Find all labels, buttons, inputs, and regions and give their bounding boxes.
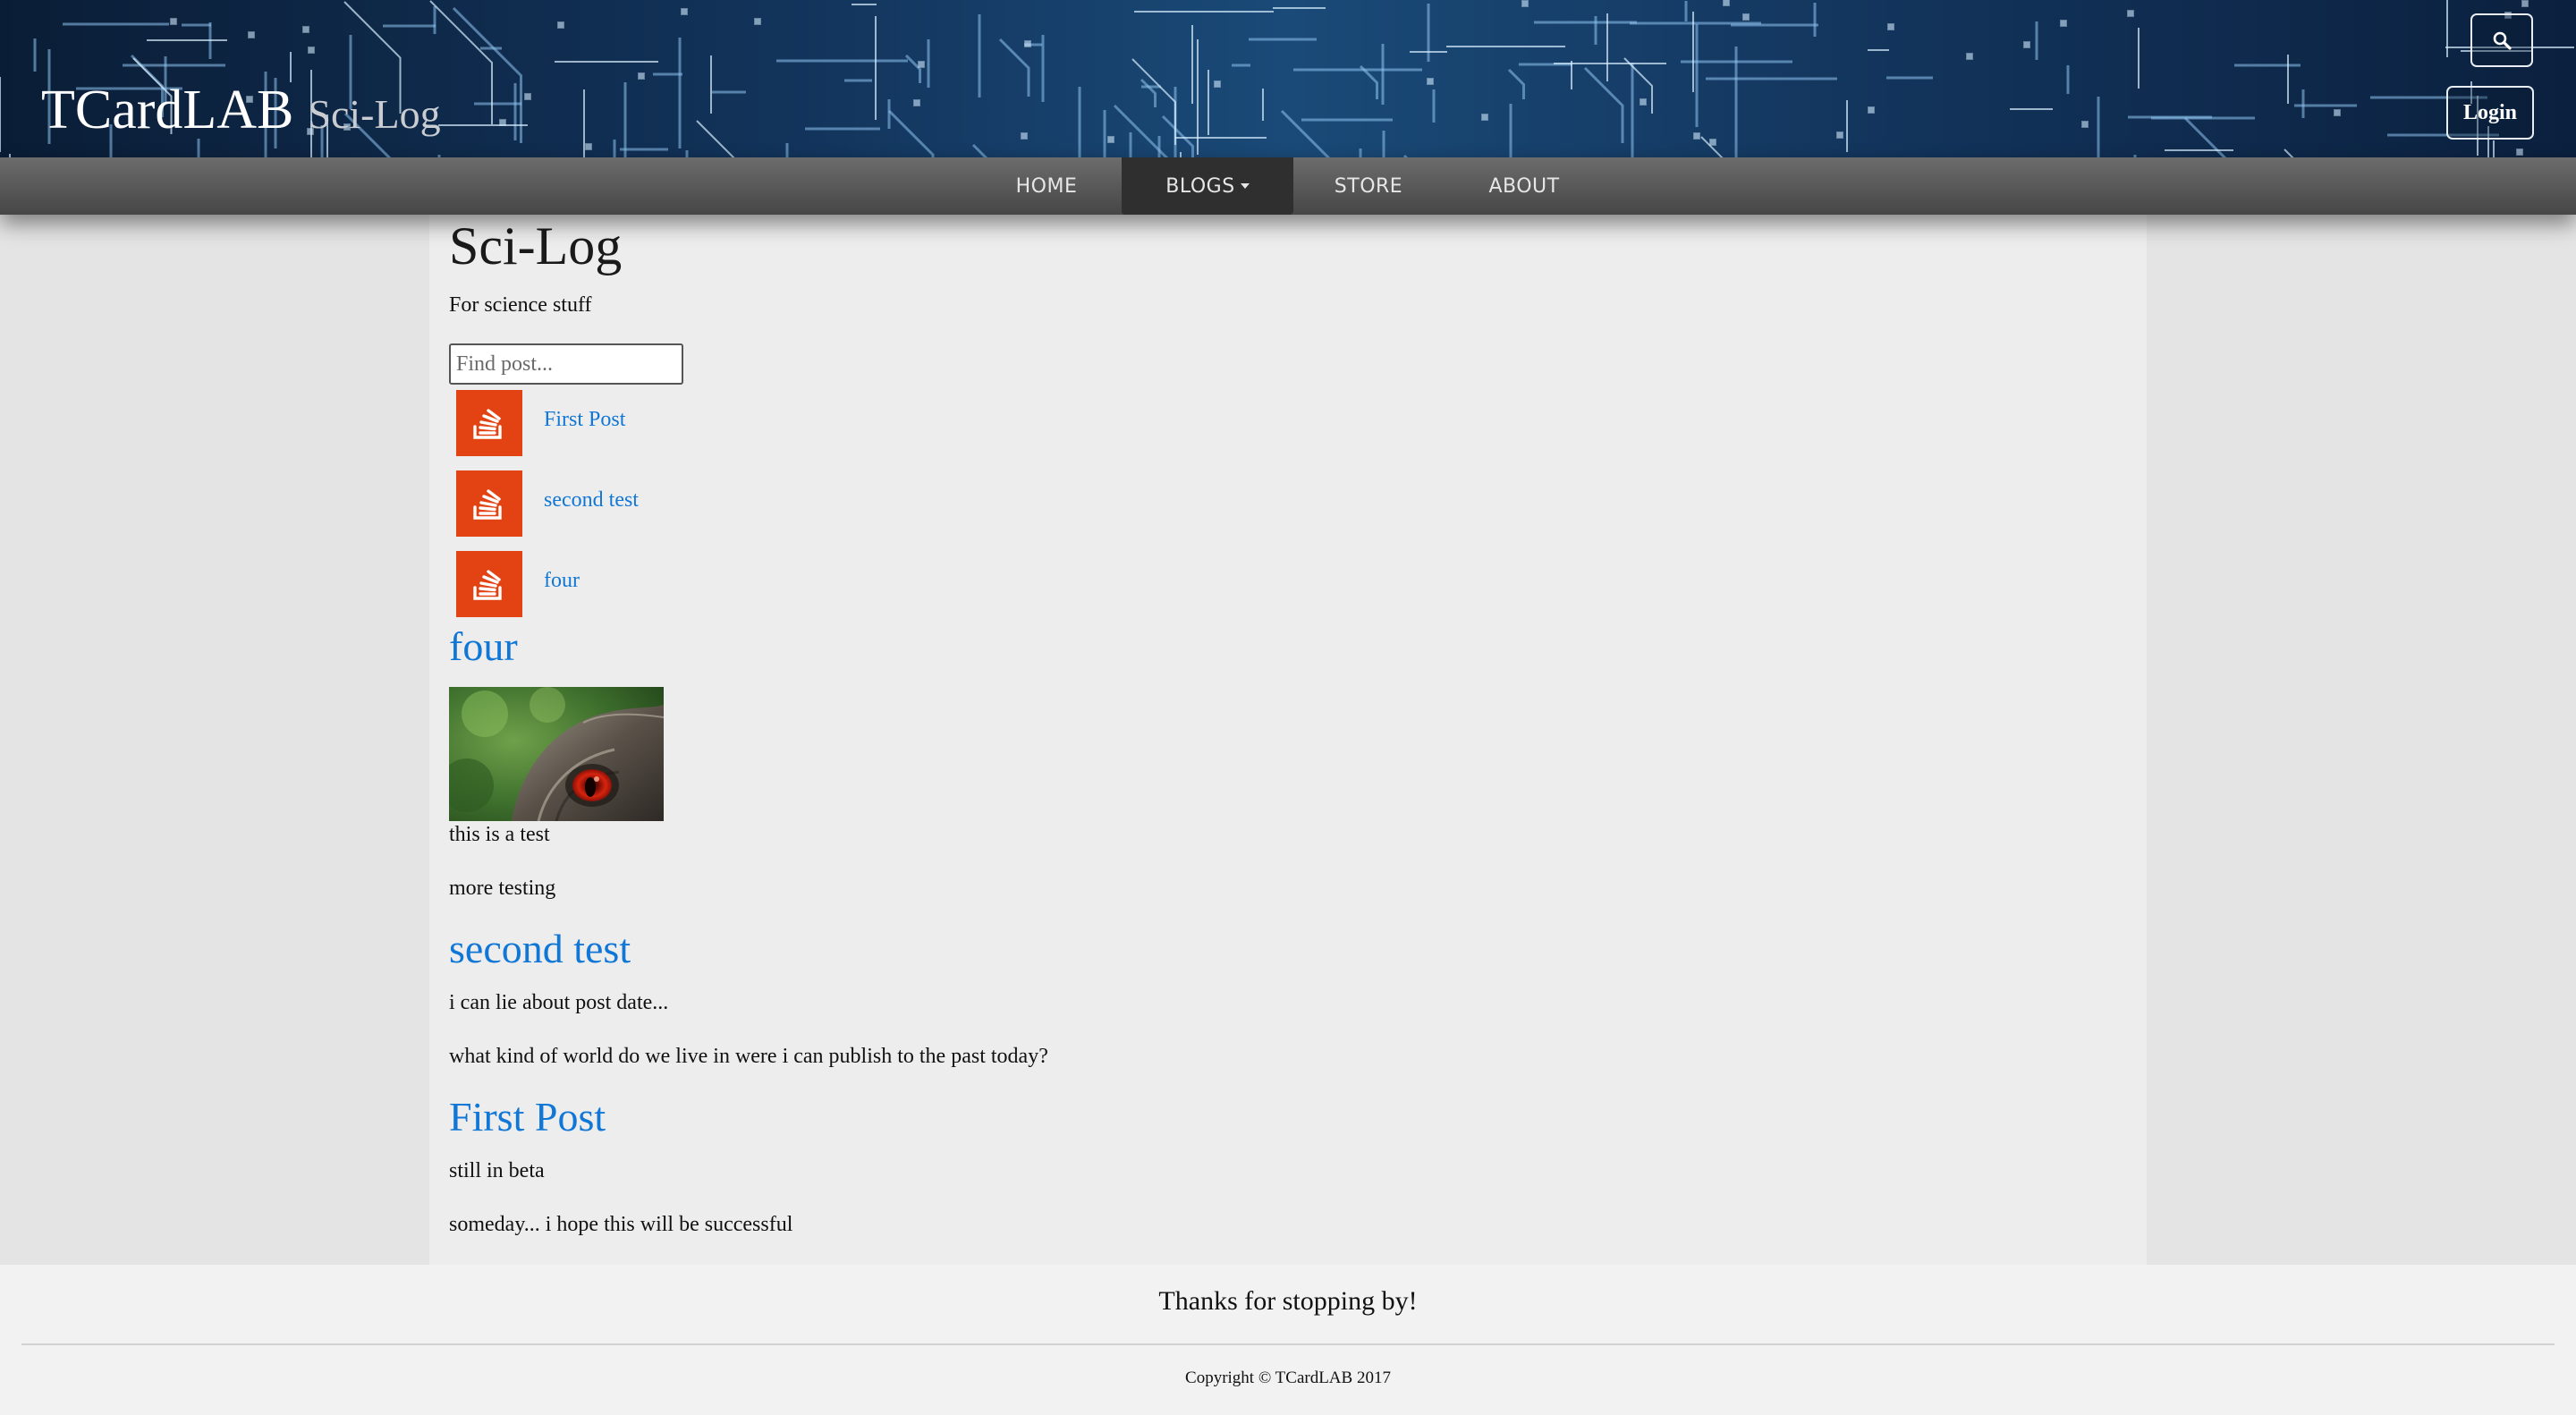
- footer-copyright: Copyright © TCardLAB 2017: [1185, 1368, 1391, 1387]
- owl-photo: [449, 687, 664, 821]
- circuit-node: [499, 119, 506, 126]
- circuit-node: [2023, 41, 2030, 48]
- post-list-item[interactable]: First Post: [456, 390, 993, 456]
- stack-icon: [456, 470, 522, 537]
- circuit-node: [1024, 40, 1031, 47]
- circuit-node: [2516, 148, 2523, 156]
- circuit-node: [1107, 136, 1114, 143]
- circuit-node: [1887, 23, 1894, 30]
- circuit-node: [1742, 13, 1750, 21]
- circuit-node: [1640, 98, 1647, 106]
- nav-store-label: STORE: [1334, 174, 1403, 198]
- nav-about[interactable]: ABOUT: [1474, 157, 1574, 215]
- nav-about-label: ABOUT: [1488, 174, 1560, 198]
- nav-blogs-label: BLOGS: [1165, 174, 1235, 198]
- nav-home[interactable]: HOME: [993, 157, 1100, 215]
- circuit-node: [308, 47, 315, 54]
- circuit-node: [1481, 114, 1488, 121]
- footer-thanks: Thanks for stopping by!: [1158, 1286, 1418, 1316]
- circuit-node: [1723, 0, 1730, 6]
- post-title-link[interactable]: First Post: [449, 1093, 606, 1140]
- post-list-link[interactable]: four: [544, 569, 580, 593]
- circuit-node: [1693, 132, 1700, 140]
- circuit-node: [557, 21, 564, 29]
- post-paragraph: still in beta: [449, 1159, 545, 1182]
- site-header: TCardLAB Sci-Log Login: [0, 0, 2576, 157]
- find-post-input[interactable]: [449, 343, 683, 385]
- post-paragraph: this is a test: [449, 823, 550, 846]
- brand-subtitle: Sci-Log: [308, 91, 441, 137]
- stack-icon: [456, 390, 522, 456]
- circuit-node: [1868, 106, 1875, 114]
- circuit-node: [248, 31, 255, 38]
- circuit-node: [638, 72, 645, 80]
- post-paragraph: more testing: [449, 877, 556, 900]
- circuit-node: [524, 93, 531, 100]
- stack-icon: [456, 551, 522, 617]
- circuit-node: [1521, 0, 1529, 7]
- search-button[interactable]: [2470, 13, 2533, 67]
- circuit-node: [170, 18, 177, 25]
- circuit-node: [2060, 20, 2067, 27]
- circuit-node: [1214, 80, 1221, 88]
- circuit-node: [2081, 121, 2089, 128]
- page-subtitle: For science stuff: [449, 293, 592, 317]
- circuit-node: [1836, 131, 1843, 139]
- main-content: Sci-Log For science stuff First Post: [429, 215, 2147, 1265]
- circuit-node: [1021, 132, 1028, 140]
- caret-down-icon: [1240, 183, 1250, 189]
- site-footer: Thanks for stopping by! Copyright © TCar…: [0, 1265, 2576, 1415]
- post-title-link[interactable]: second test: [449, 925, 631, 972]
- circuit-node: [2127, 10, 2134, 17]
- circuit-node: [754, 18, 761, 25]
- circuit-node: [913, 99, 920, 106]
- login-button[interactable]: Login: [2446, 86, 2534, 140]
- post-paragraph: someday... i hope this will be successfu…: [449, 1213, 793, 1236]
- nav-blogs-dropdown[interactable]: BLOGS: [1122, 157, 1293, 215]
- page-title: Sci-Log: [449, 216, 623, 275]
- circuit-node: [1709, 139, 1716, 146]
- post-paragraph: what kind of world do we live in were i …: [449, 1045, 1048, 1068]
- site-logo[interactable]: TCardLAB Sci-Log: [41, 82, 441, 154]
- search-icon: [2493, 31, 2512, 50]
- footer-divider: [21, 1343, 2555, 1345]
- brand-name: TCardLAB: [41, 80, 294, 140]
- post-list-item[interactable]: four: [456, 551, 993, 617]
- nav-home-label: HOME: [1015, 174, 1078, 198]
- post-list-link[interactable]: First Post: [544, 408, 625, 432]
- post-list-link[interactable]: second test: [544, 488, 639, 513]
- circuit-node: [1427, 78, 1434, 85]
- circuit-node: [585, 143, 592, 150]
- post-paragraph: i can lie about post date...: [449, 991, 669, 1014]
- circuit-node: [2521, 0, 2529, 7]
- circuit-node: [681, 8, 688, 15]
- main-navbar: HOME BLOGS STORE ABOUT: [0, 157, 2576, 215]
- circuit-node: [918, 61, 925, 68]
- circuit-node: [302, 26, 309, 33]
- nav-store[interactable]: STORE: [1320, 157, 1417, 215]
- circuit-node: [1966, 53, 1973, 60]
- post-list-item[interactable]: second test: [456, 470, 993, 537]
- circuit-node: [2334, 109, 2341, 116]
- post-title-link[interactable]: four: [449, 623, 518, 670]
